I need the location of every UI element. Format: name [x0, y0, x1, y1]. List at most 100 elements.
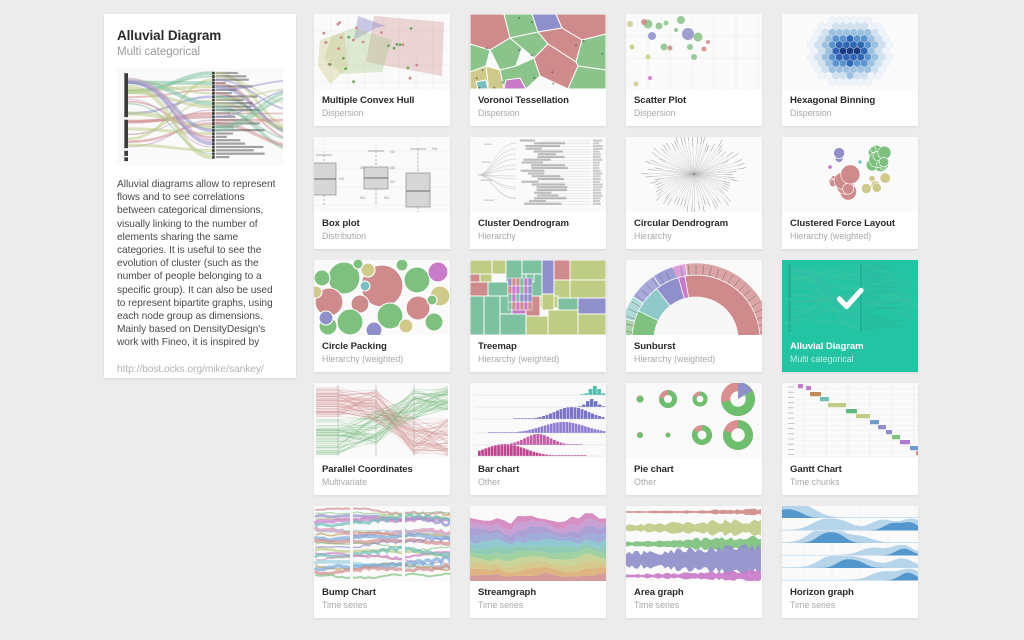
visualization-gallery: Alluvial Diagram Multi categorical Alluv…	[0, 0, 1024, 640]
sunburst-thumbnail	[626, 260, 762, 335]
card-category: Hierarchy (weighted)	[322, 354, 404, 364]
card-title: Box plot	[322, 218, 360, 229]
chart-card-alluvial[interactable]: Alluvial Diagram Multi categorical	[782, 260, 918, 372]
card-label: Clustered Force Layout Hierarchy (weighte…	[782, 212, 918, 241]
card-title: Multiple Convex Hull	[322, 95, 415, 106]
cluster-dendrogram-thumbnail: Genre Drama Adventure Comedy	[470, 137, 606, 212]
alluvial-diagram-preview-graphic	[124, 71, 283, 162]
chart-card-circle-packing[interactable]: Circle Packing Hierarchy (weighted)	[314, 260, 450, 372]
card-category: Dispersion	[790, 108, 832, 118]
convex-hull-thumbnail	[314, 14, 450, 89]
chart-card-streamgraph[interactable]: Streamgraph Time series	[470, 506, 606, 618]
svg-text:Adventure: Adventure	[480, 178, 493, 182]
chart-card-force-layout[interactable]: Clustered Force Layout Hierarchy (weighte…	[782, 137, 918, 249]
barchart-thumbnail	[470, 383, 606, 458]
chart-card-piechart[interactable]: Pie chart Other	[626, 383, 762, 495]
piechart-thumbnail	[626, 383, 762, 458]
card-title: Clustered Force Layout	[790, 218, 895, 229]
chart-card-area[interactable]: Area graph Time series	[626, 506, 762, 618]
svg-text:Genre: Genre	[484, 142, 492, 146]
card-category: Time series	[478, 600, 524, 610]
card-label: Sunburst Hierarchy (weighted)	[626, 335, 762, 364]
alluvial-thumbnail	[782, 260, 918, 335]
card-category: Dispersion	[478, 108, 520, 118]
boxplot-thumbnail: 845 880 885 815 840 840 910 905	[314, 137, 450, 212]
card-category: Other	[634, 477, 657, 487]
card-label: Gantt Chart Time chunks	[782, 458, 918, 487]
card-label: Horizon graph Time series	[782, 581, 918, 610]
bump-thumbnail	[314, 506, 450, 581]
card-label: Scatter Plot Dispersion	[626, 89, 762, 118]
chart-card-cluster-dendrogram[interactable]: Genre Drama Adventure Comedy Cluster Dendro…	[470, 137, 606, 249]
chart-card-treemap[interactable]: Treemap Hierarchy (weighted)	[470, 260, 606, 372]
card-label: Hexagonal Binning Dispersion	[782, 89, 918, 118]
chart-card-scatter[interactable]: Scatter Plot Dispersion	[626, 14, 762, 126]
card-title: Gantt Chart	[790, 464, 842, 475]
card-title: Circle Packing	[322, 341, 387, 352]
card-category: Other	[478, 477, 501, 487]
card-label: Circular Dendrogram Hierarchy	[626, 212, 762, 241]
card-title: Bar chart	[478, 464, 520, 475]
card-category: Hierarchy (weighted)	[634, 354, 716, 364]
chart-card-sunburst[interactable]: Sunburst Hierarchy (weighted)	[626, 260, 762, 372]
voronoi-thumbnail	[470, 14, 606, 89]
chart-card-convex-hull[interactable]: Multiple Convex Hull Dispersion	[314, 14, 450, 126]
card-title: Sunburst	[634, 341, 676, 352]
card-category: Multi categorical	[790, 354, 854, 364]
card-category: Time chunks	[790, 477, 840, 487]
card-title: Area graph	[634, 587, 684, 598]
parallel-coordinates-thumbnail	[314, 383, 450, 458]
card-category: Dispersion	[634, 108, 676, 118]
svg-text:840: 840	[360, 196, 366, 200]
card-label: Voronoi Tessellation Dispersion	[470, 89, 606, 118]
card-category: Time series	[322, 600, 368, 610]
next-row-partial	[314, 634, 934, 640]
card-category: Time series	[634, 600, 680, 610]
treemap-thumbnail	[470, 260, 606, 335]
card-label: Treemap Hierarchy (weighted)	[470, 335, 606, 364]
card-title: Scatter Plot	[634, 95, 687, 106]
svg-text:815: 815	[390, 180, 396, 184]
card-category: Hierarchy (weighted)	[478, 354, 560, 364]
card-title: Parallel Coordinates	[322, 464, 413, 475]
card-category: Distribution	[322, 231, 367, 241]
card-label: Bump Chart Time series	[314, 581, 450, 610]
card-title: Horizon graph	[790, 587, 854, 598]
detail-preview-thumbnail	[117, 68, 283, 165]
chart-card-horizon[interactable]: Horizon graph Time series	[782, 506, 918, 618]
chart-card-boxplot[interactable]: 845 880 885 815 840 840 910 905 Box plot Distri…	[314, 137, 450, 249]
chart-card-hexbin[interactable]: Hexagonal Binning Dispersion	[782, 14, 918, 126]
force-layout-thumbnail	[782, 137, 918, 212]
svg-text:845: 845	[339, 177, 345, 181]
card-title: Bump Chart	[322, 587, 376, 598]
svg-text:880: 880	[360, 166, 366, 170]
detail-source-link[interactable]: http://bost.ocks.org/mike/sankey/	[117, 363, 283, 376]
card-category: Hierarchy	[634, 231, 672, 241]
circle-packing-thumbnail	[314, 260, 450, 335]
chart-card-barchart[interactable]: Bar chart Other	[470, 383, 606, 495]
detail-description: Alluvial diagrams allow to represent flo…	[117, 179, 276, 349]
card-title: Alluvial Diagram	[790, 341, 864, 352]
chart-card-parallel-coordinates[interactable]: Parallel Coordinates Multivariate	[314, 383, 450, 495]
card-category: Hierarchy	[478, 231, 516, 241]
chart-card-gantt[interactable]: Gantt Chart Time chunks	[782, 383, 918, 495]
card-title: Treemap	[478, 341, 517, 352]
card-category: Multivariate	[322, 477, 367, 487]
card-title: Streamgraph	[478, 587, 537, 598]
card-title: Voronoi Tessellation	[478, 95, 569, 106]
svg-text:Drama: Drama	[482, 160, 491, 164]
card-category: Hierarchy (weighted)	[790, 231, 872, 241]
card-label: Bar chart Other	[470, 458, 606, 487]
chart-card-bump[interactable]: Bump Chart Time series	[314, 506, 450, 618]
chart-card-voronoi[interactable]: Voronoi Tessellation Dispersion	[470, 14, 606, 126]
chart-card-circular-dendrogram[interactable]: Circular Dendrogram Hierarchy	[626, 137, 762, 249]
card-label: Alluvial Diagram Multi categorical	[782, 335, 918, 364]
card-label: Pie chart Other	[626, 458, 762, 487]
detail-panel: Alluvial Diagram Multi categorical Alluv…	[104, 14, 296, 378]
card-label: Box plot Distribution	[314, 212, 450, 241]
card-title: Cluster Dendrogram	[478, 218, 569, 229]
card-label: Circle Packing Hierarchy (weighted)	[314, 335, 450, 364]
svg-text:910: 910	[390, 150, 396, 154]
card-title: Circular Dendrogram	[634, 218, 729, 229]
svg-text:885: 885	[390, 166, 396, 170]
